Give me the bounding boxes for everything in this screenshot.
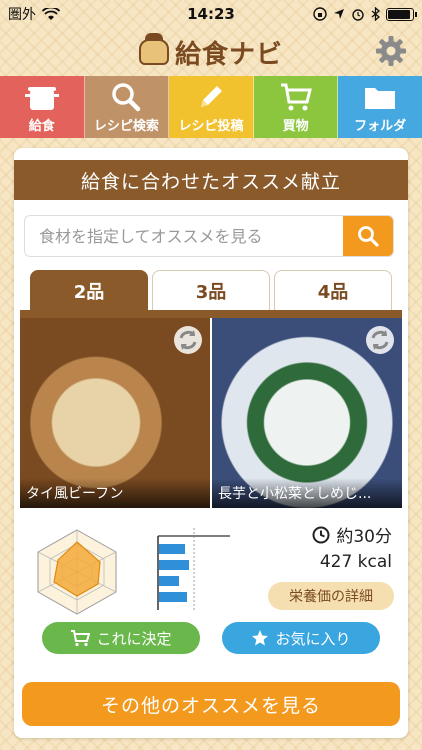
search-icon [358, 226, 379, 247]
nav-item-recipe-search[interactable]: レシピ検索 [84, 76, 170, 138]
wifi-icon [42, 7, 60, 20]
main-nav: 給食 レシピ検索 レシピ投稿 買物 フォルダ [0, 76, 422, 138]
tab-4-dishes[interactable]: 4品 [274, 270, 392, 310]
logo-pot-icon [138, 33, 169, 65]
nav-item-folder[interactable]: フォルダ [338, 76, 422, 138]
nav-label: レシピ投稿 [178, 119, 244, 134]
nav-label: 買物 [282, 119, 309, 134]
recommend-title: 給食に合わせたオススメ献立 [14, 160, 408, 200]
clock-icon [312, 526, 330, 543]
location-icon [334, 9, 344, 19]
decide-button[interactable]: これに決定 [42, 622, 200, 654]
dish-count-tabs: 2品 3品 4品 [30, 270, 392, 310]
app-title: 給食ナビ [174, 39, 283, 70]
nutrition-radar-chart [37, 529, 117, 615]
nav-label: レシピ検索 [93, 119, 159, 134]
rotation-lock-icon [313, 7, 327, 21]
action-row: これに決定 お気に入り [42, 622, 380, 654]
nav-label: フォルダ [354, 119, 407, 134]
nav-item-recipe-post[interactable]: レシピ投稿 [169, 76, 254, 138]
cart-icon [280, 83, 312, 111]
favorite-button[interactable]: お気に入り [222, 622, 380, 654]
dish-name: タイ風ビーフン [20, 478, 210, 508]
nav-item-kyushoku[interactable]: 給食 [0, 76, 85, 138]
refresh-icon[interactable] [172, 324, 204, 356]
nav-item-shopping[interactable]: 買物 [253, 76, 339, 138]
dish-photos: タイ風ビーフン 長芋と小松菜としめじ... [20, 318, 402, 508]
carrier-label: 圏外 [8, 7, 36, 23]
cart-icon [71, 630, 91, 647]
pot-icon [24, 87, 59, 110]
refresh-icon[interactable] [364, 324, 396, 356]
search-icon [112, 83, 141, 112]
nutrition-detail-button[interactable]: 栄養価の詳細 [268, 582, 394, 610]
favorite-label: お気に入り [275, 629, 351, 648]
bluetooth-icon [371, 7, 380, 21]
alarm-icon [352, 9, 364, 21]
calories: 427 kcal [319, 552, 392, 572]
ingredient-search-input[interactable] [25, 216, 343, 256]
battery-icon [386, 7, 417, 21]
dish-photo-1[interactable]: タイ風ビーフン [20, 318, 210, 508]
pencil-icon [200, 86, 222, 107]
nav-label: 給食 [28, 119, 55, 134]
dish-info: 約30分 427 kcal 栄養価の詳細 [24, 518, 398, 618]
nutrition-bar-chart [157, 528, 230, 610]
dish-photo-2[interactable]: 長芋と小松菜としめじ... [212, 318, 402, 508]
settings-button[interactable] [374, 34, 408, 68]
ingredient-search [24, 215, 394, 257]
star-icon [252, 630, 269, 646]
cooking-time: 約30分 [312, 522, 392, 547]
folder-icon [365, 88, 396, 109]
dish-name: 長芋と小松菜としめじ... [212, 478, 402, 508]
decide-label: これに決定 [96, 629, 172, 648]
app-logo: 給食ナビ [138, 33, 283, 71]
tab-2-dishes[interactable]: 2品 [30, 270, 148, 310]
tab-underline [20, 310, 402, 318]
tab-3-dishes[interactable]: 3品 [152, 270, 270, 310]
more-recommend-button[interactable]: その他のオススメを見る [22, 682, 400, 726]
search-button[interactable] [343, 216, 393, 256]
app-header: 給食ナビ [0, 28, 422, 76]
cooking-time-value: 約30分 [336, 527, 392, 547]
recommend-card: 給食に合わせたオススメ献立 2品 3品 4品 タイ風ビーフン [14, 148, 408, 738]
gear-icon [376, 36, 406, 66]
status-bar: 圏外 14:23 [0, 0, 422, 28]
